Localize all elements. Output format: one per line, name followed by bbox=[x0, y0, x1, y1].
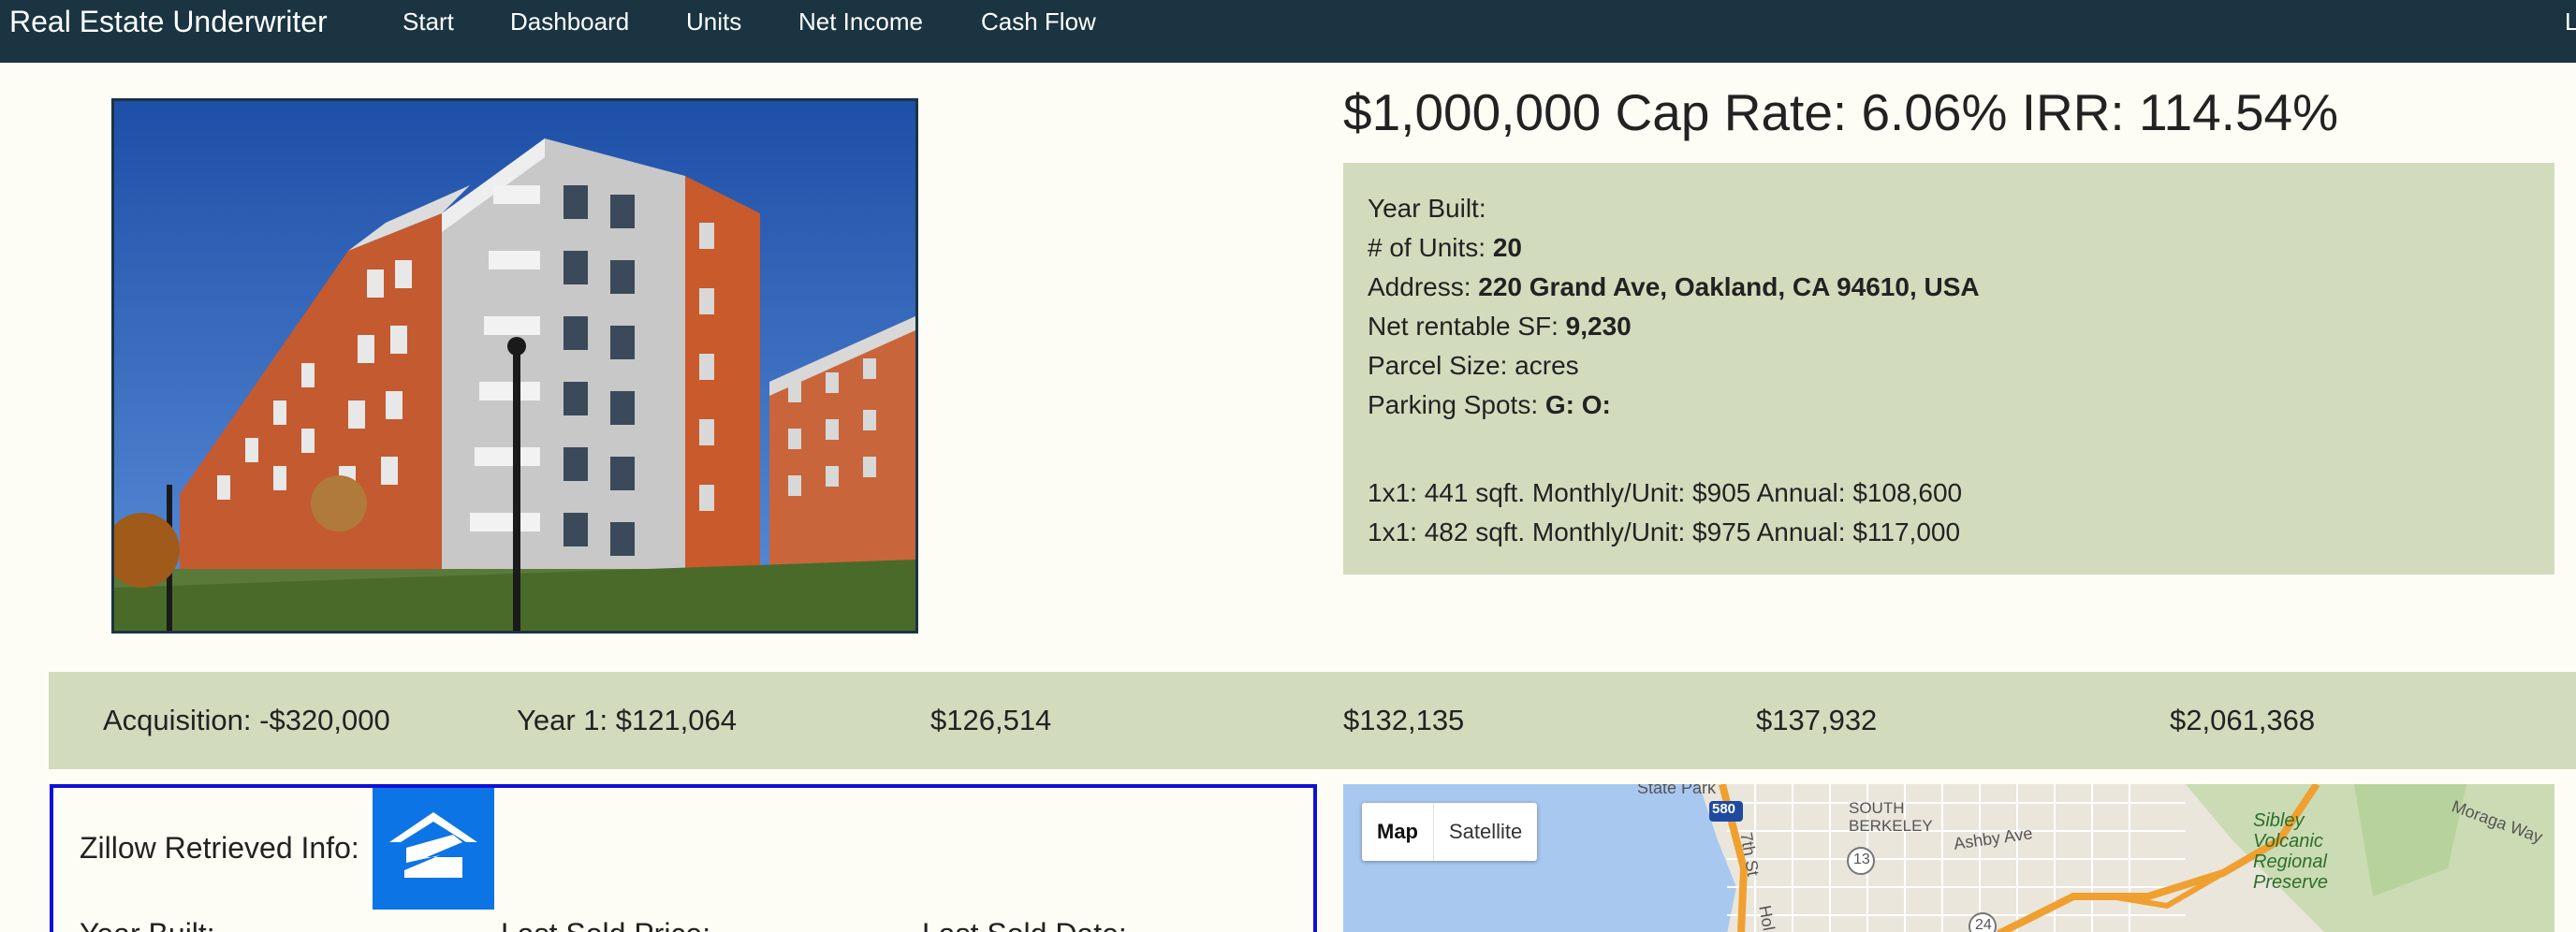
map-type-control: Map Satellite bbox=[1362, 803, 1538, 861]
zillow-title: Zillow Retrieved Info: bbox=[80, 831, 359, 865]
units-value: 20 bbox=[1492, 233, 1522, 262]
zillow-last-sold-date: Last Sold Date: bbox=[922, 917, 1127, 932]
cash-flow-year-2: $126,514 bbox=[930, 704, 1052, 736]
nrsf-value: 9,230 bbox=[1565, 312, 1632, 341]
zillow-year-built: Year Built: bbox=[80, 917, 215, 932]
zillow-info-panel: Zillow Retrieved Info: Year Built: Last … bbox=[50, 784, 1317, 932]
map-label-route-13: 13 bbox=[1853, 852, 1870, 867]
map-label-route-24: 24 bbox=[1975, 917, 1992, 932]
map-label-sibley: Sibley Volcanic Regional Preserve bbox=[2253, 810, 2329, 893]
property-info-panel: Year Built: # of Units: 20 Address: 220 … bbox=[1343, 163, 2554, 575]
unit-mix-row: 1x1: 482 sqft. Monthly/Unit: $975 Annual… bbox=[1368, 517, 1961, 546]
nav-start[interactable]: Start bbox=[402, 0, 454, 43]
map-label-hol: Hol bbox=[1755, 904, 1778, 932]
cash-flow-year-4: $137,932 bbox=[1756, 704, 1878, 736]
map-label-580: 580 bbox=[1712, 801, 1736, 817]
map-type-satellite-button[interactable]: Satellite bbox=[1434, 803, 1537, 861]
location-map[interactable]: State Park 580 SOUTH BERKELEY Ashby Ave … bbox=[1343, 784, 2554, 932]
map-type-map-button[interactable]: Map bbox=[1362, 803, 1434, 861]
zillow-logo-icon[interactable] bbox=[373, 788, 494, 910]
headline-summary: $1,000,000 Cap Rate: 6.06% IRR: 114.54% bbox=[1343, 83, 2339, 141]
address-value: 220 Grand Ave, Oakland, CA 94610, USA bbox=[1478, 272, 1980, 301]
units-line: # of Units: 20 bbox=[1368, 233, 1522, 262]
unit-mix-row: 1x1: 441 sqft. Monthly/Unit: $905 Annual… bbox=[1368, 478, 1963, 507]
parking-line: Parking Spots: G: O: bbox=[1368, 390, 1611, 419]
nav-cash-flow[interactable]: Cash Flow bbox=[981, 0, 1096, 43]
address-line: Address: 220 Grand Ave, Oakland, CA 9461… bbox=[1368, 272, 1980, 301]
parking-value: G: O: bbox=[1544, 390, 1611, 419]
nav-logout-partial[interactable]: Lo bbox=[2565, 0, 2576, 43]
year-built-line: Year Built: bbox=[1368, 194, 1486, 223]
map-label-state-park: State Park bbox=[1637, 784, 1717, 797]
cash-flow-acquisition: Acquisition: -$320,000 bbox=[103, 704, 390, 736]
nav-net-income[interactable]: Net Income bbox=[798, 0, 923, 43]
cash-flow-year-1: Year 1: $121,064 bbox=[517, 704, 738, 736]
brand-title[interactable]: Real Estate Underwriter bbox=[9, 0, 328, 43]
zillow-last-sold-price: Last Sold Price: bbox=[501, 917, 710, 932]
cash-flow-bar: Acquisition: -$320,000 Year 1: $121,064 … bbox=[49, 672, 2576, 769]
cash-flow-year-5: $2,061,368 bbox=[2170, 704, 2316, 736]
cash-flow-year-3: $132,135 bbox=[1343, 704, 1465, 736]
parcel-line: Parcel Size: acres bbox=[1368, 351, 1579, 380]
nav-dashboard[interactable]: Dashboard bbox=[510, 0, 629, 43]
navbar: Real Estate Underwriter Start Dashboard … bbox=[0, 0, 2576, 63]
map-label-south-berkeley: SOUTH BERKELEY bbox=[1849, 799, 1933, 835]
property-photo bbox=[111, 98, 918, 633]
nrsf-line: Net rentable SF: 9,230 bbox=[1368, 312, 1632, 341]
nav-units[interactable]: Units bbox=[686, 0, 741, 43]
